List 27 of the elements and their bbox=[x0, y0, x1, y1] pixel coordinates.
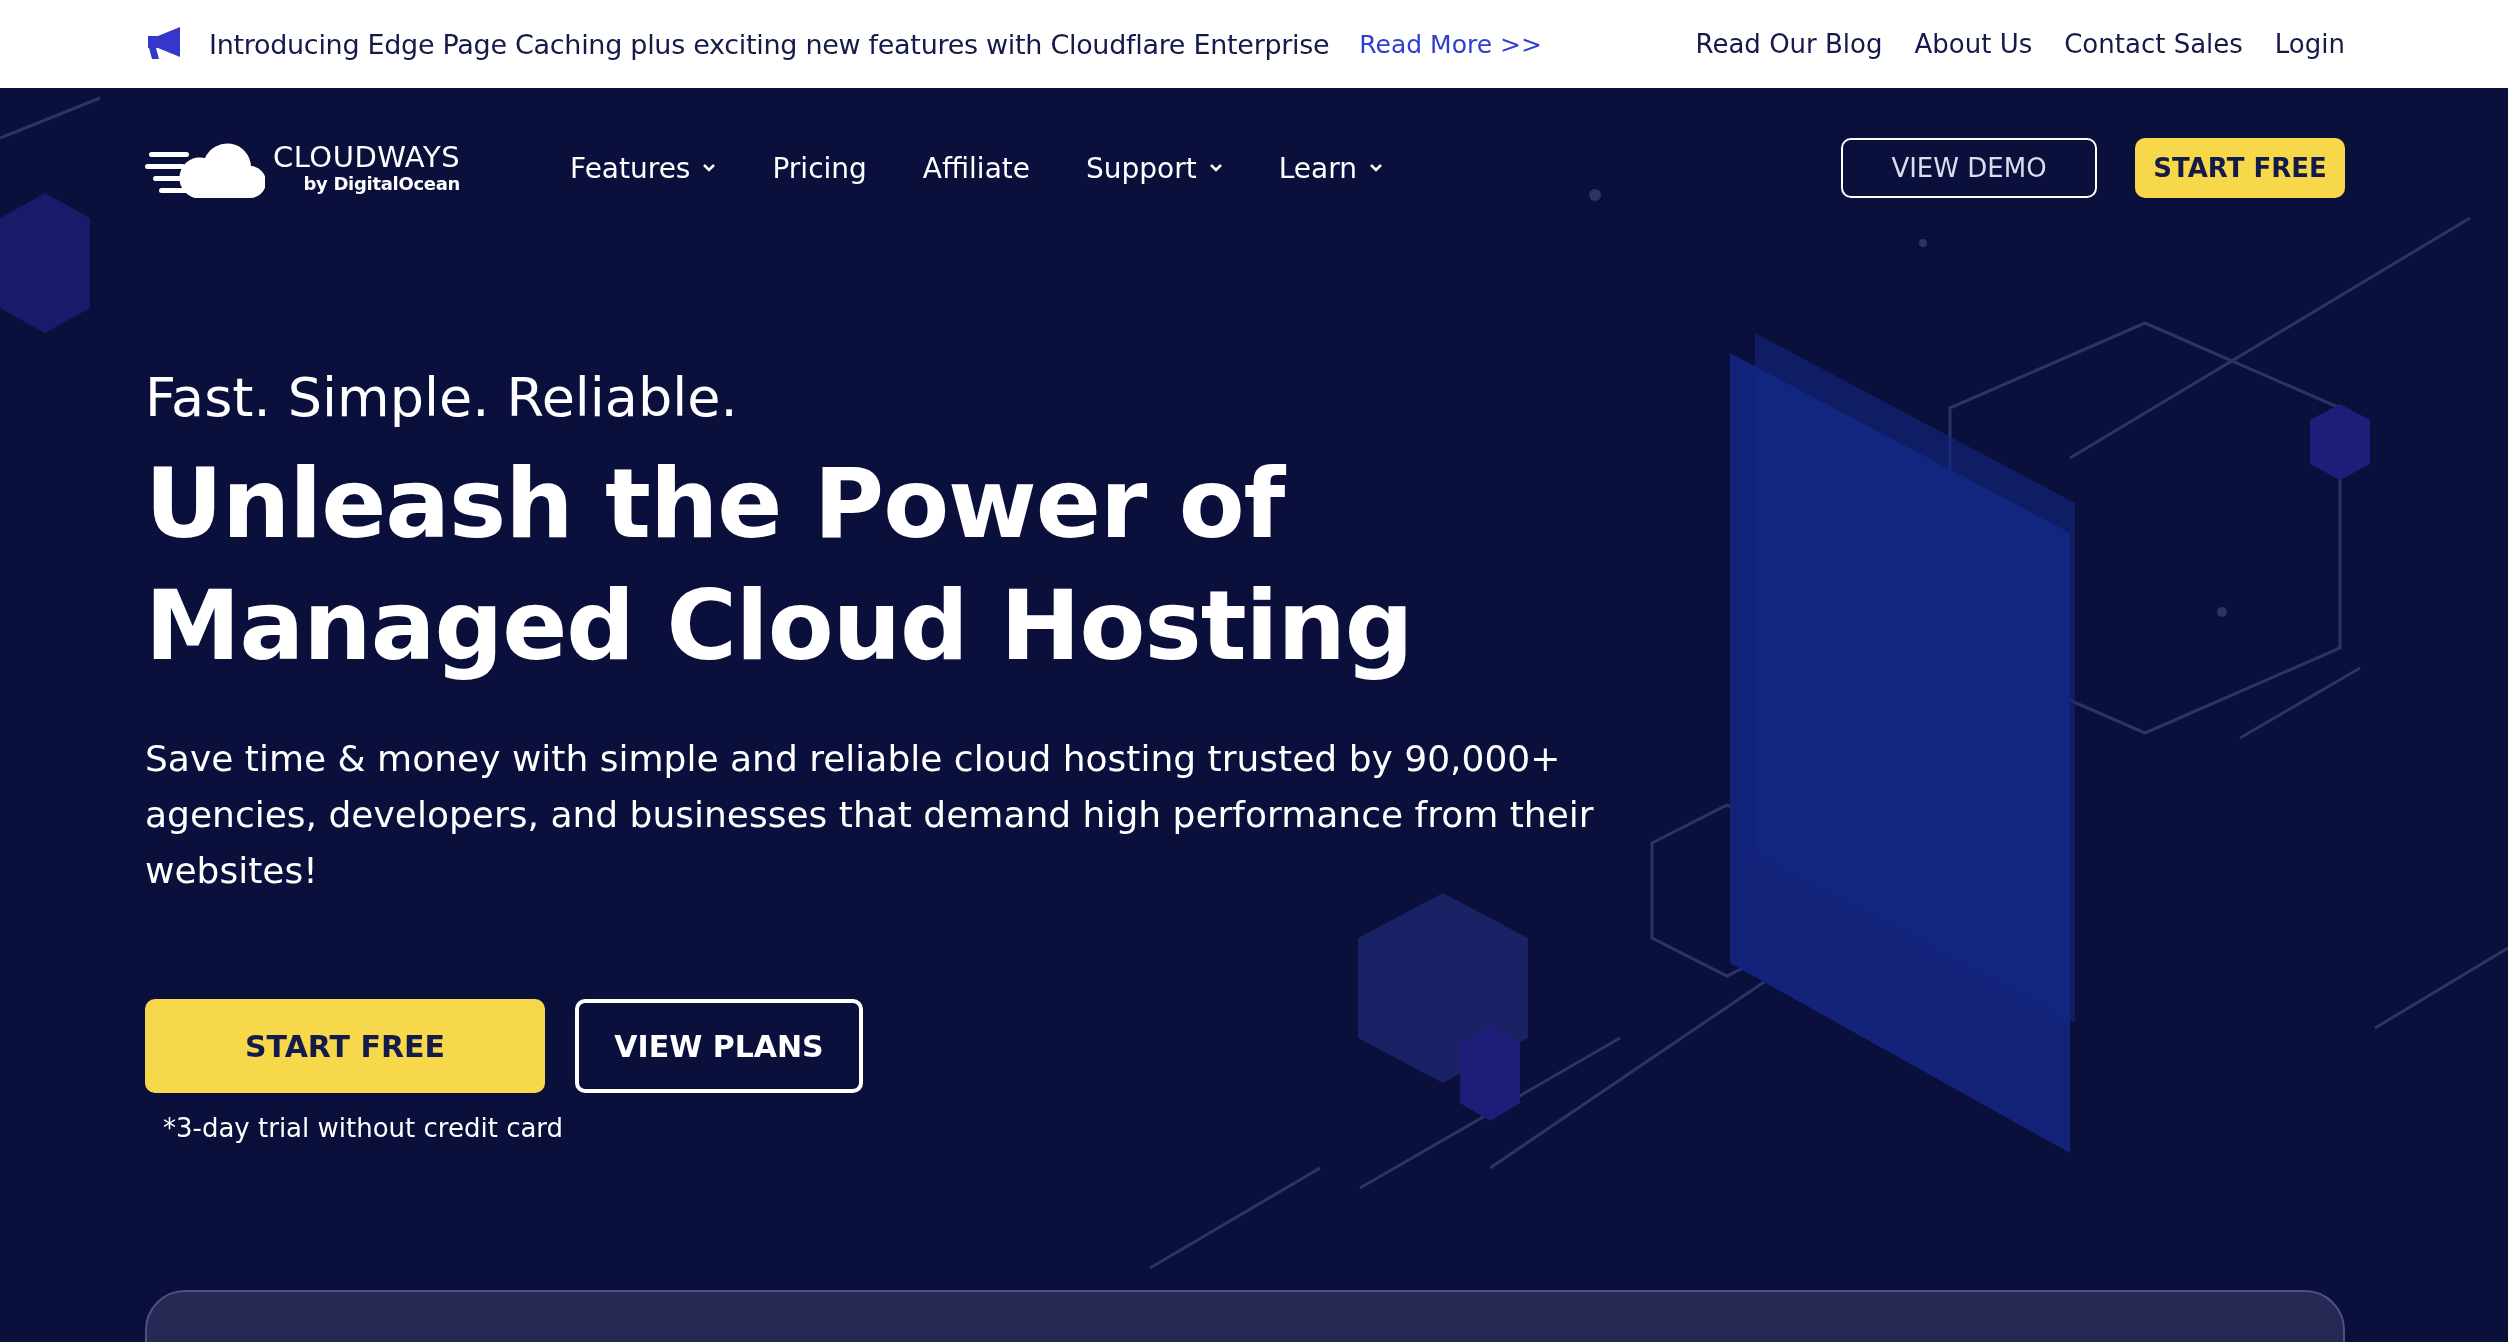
nav-item[interactable]: Affiliate bbox=[922, 151, 1030, 185]
trial-note: *3-day trial without credit card bbox=[163, 1113, 564, 1143]
top-link[interactable]: Read Our Blog bbox=[1695, 29, 1883, 59]
announcement-text: Introducing Edge Page Caching plus exciting new features with Cloudflare Enterprise bbox=[209, 28, 1330, 60]
nav-item[interactable]: Learn bbox=[1278, 151, 1383, 185]
nav-item[interactable]: Support bbox=[1086, 151, 1223, 185]
top-link[interactable]: About Us bbox=[1914, 29, 2033, 59]
nav-item[interactable]: Pricing bbox=[772, 151, 867, 185]
start-free-button[interactable]: START FREE bbox=[145, 999, 545, 1093]
start-free-button[interactable]: START FREE bbox=[2135, 138, 2345, 198]
dot-shape bbox=[1919, 239, 1927, 247]
view-plans-button[interactable]: VIEW PLANS bbox=[575, 999, 863, 1093]
hero-description: Save time & money with simple and reliable cloud hosting trusted by 90,000+ agencies, developers, and businesses that demand high performance from their websites! bbox=[145, 737, 1595, 893]
nav-item[interactable]: Features bbox=[570, 151, 717, 185]
tagline: Fast. Simple. Reliable. bbox=[145, 366, 738, 429]
top-link[interactable]: Login bbox=[2274, 29, 2345, 59]
view-demo-button[interactable]: VIEW DEMO bbox=[1841, 138, 2097, 198]
dot-shape bbox=[1589, 189, 1601, 201]
logo-name: CLOUDWAYS bbox=[273, 141, 461, 174]
top-link[interactable]: Contact Sales bbox=[2064, 29, 2243, 59]
dot-shape bbox=[2217, 607, 2227, 617]
headline: Unleash the Power of Managed Cloud Hosting bbox=[145, 447, 1413, 684]
read-more-link[interactable]: Read More >> bbox=[1359, 29, 1542, 59]
chevron-down-icon bbox=[702, 163, 717, 173]
chevron-down-icon bbox=[1208, 163, 1223, 173]
chevron-down-icon bbox=[1368, 163, 1383, 173]
logo-byline: by DigitalOcean bbox=[303, 173, 461, 195]
